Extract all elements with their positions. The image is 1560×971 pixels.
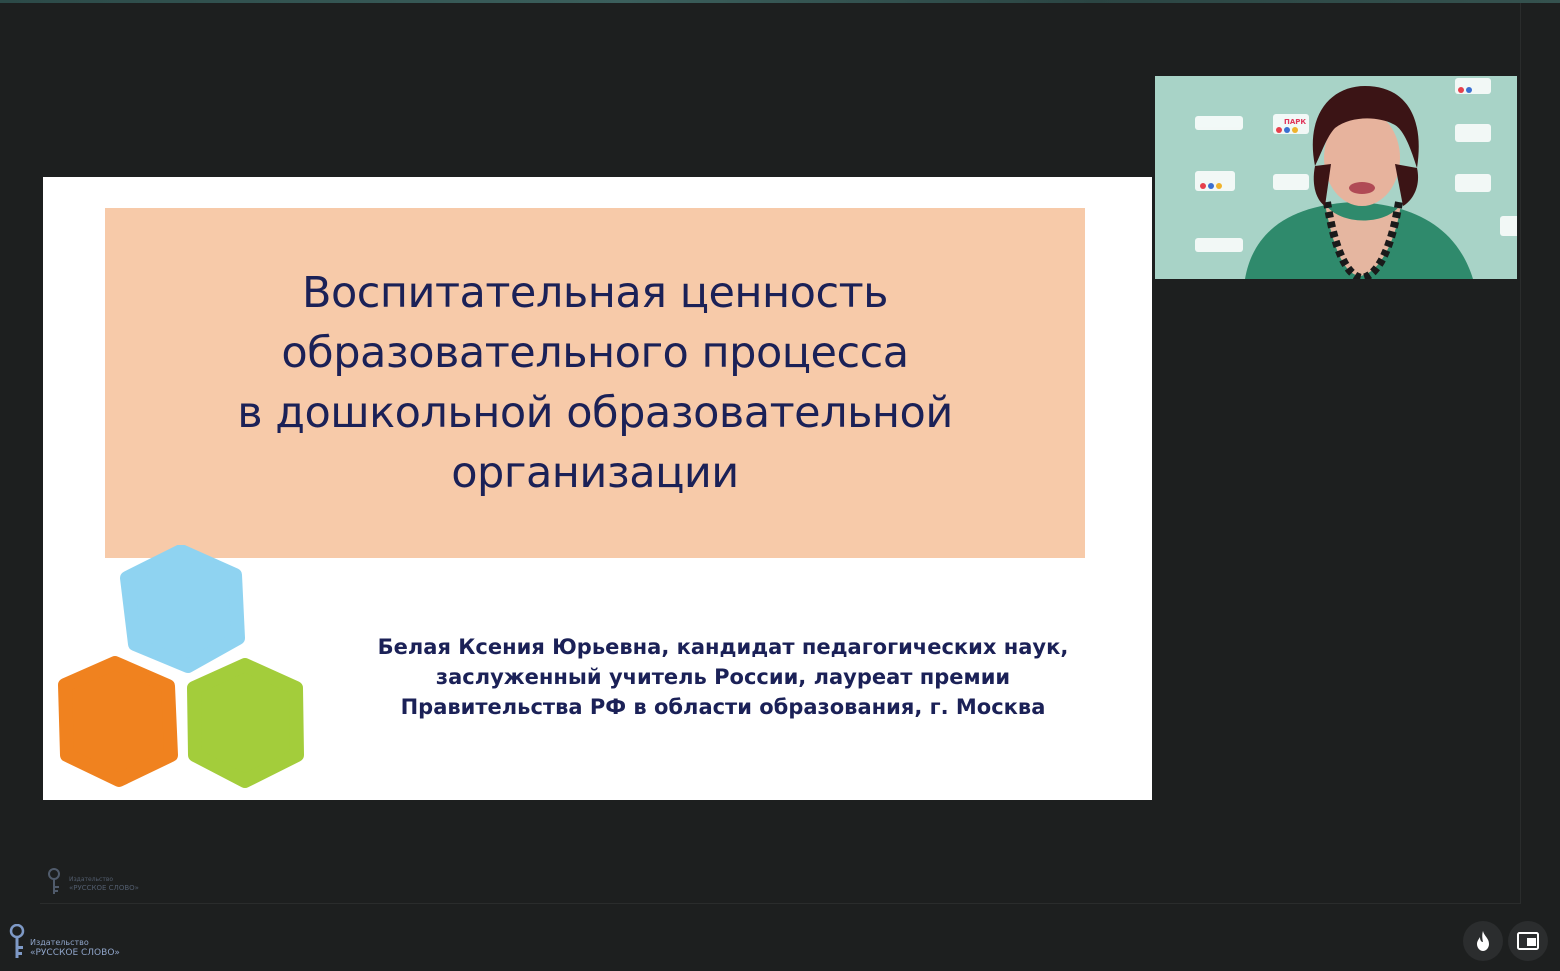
publisher-logo-line2: «РУССКОЕ СЛОВО» — [30, 948, 120, 958]
publisher-logo: Издательство «РУССКОЕ СЛОВО» — [8, 922, 120, 962]
hexagon-decoration — [58, 545, 304, 788]
picture-in-picture-icon — [1517, 932, 1539, 950]
slide-title-box: Воспитательная ценность образовательного… — [105, 208, 1085, 558]
webcam-feed: ПАРК — [1155, 76, 1517, 279]
fire-icon — [1477, 931, 1489, 951]
publisher-key-icon — [48, 868, 60, 894]
slide-title: Воспитательная ценность образовательного… — [237, 268, 953, 498]
stage-watermark-logo: Издательство «РУССКОЕ СЛОВО» — [47, 866, 139, 898]
picture-in-picture-button[interactable] — [1508, 921, 1548, 961]
hexagon-blue — [120, 545, 245, 673]
stage-watermark-line2: «РУССКОЕ СЛОВО» — [69, 884, 139, 892]
stage-watermark-line1: Издательство — [69, 876, 114, 883]
presentation-slide: Воспитательная ценность образовательного… — [43, 177, 1152, 800]
publisher-logo-line1: Издательство — [30, 938, 89, 947]
publisher-key-icon — [9, 924, 25, 958]
hexagon-orange — [58, 656, 178, 787]
fire-button[interactable] — [1463, 921, 1503, 961]
hexagon-green — [187, 658, 304, 788]
speaker-webcam[interactable]: ПАРК — [1155, 76, 1517, 279]
backdrop-brand-text: ПАРК — [1284, 118, 1306, 126]
slide-author: Белая Ксения Юрьевна, кандидат педагогич… — [377, 635, 1069, 719]
